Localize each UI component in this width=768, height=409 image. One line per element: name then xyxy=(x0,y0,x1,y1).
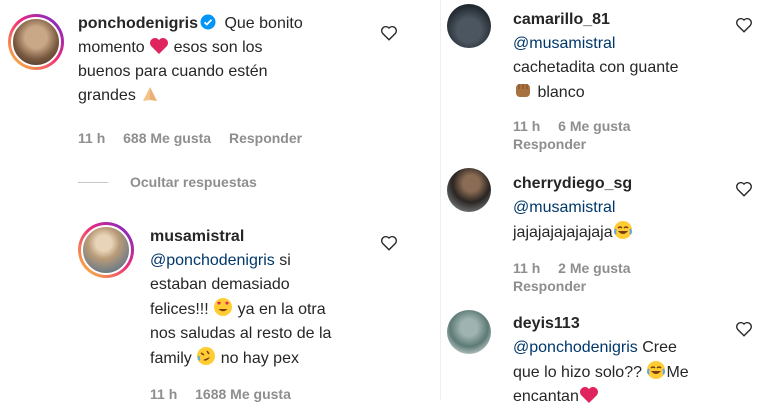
verified-badge-icon xyxy=(200,14,216,30)
avatar-musamistral[interactable] xyxy=(78,222,134,278)
heart-outline-icon[interactable] xyxy=(380,24,398,42)
avatar-cherrydiego_sg[interactable] xyxy=(447,168,491,212)
fist-emoji xyxy=(516,84,530,97)
mention-link[interactable]: @ponchodenigris xyxy=(150,252,275,269)
rofl-emoji xyxy=(197,347,216,365)
comment-musamistral: musamistral @ponchodenigris si estaban d… xyxy=(150,228,332,367)
username[interactable]: cherrydiego_sg xyxy=(513,175,632,192)
mention-link[interactable]: @musamistral xyxy=(513,35,615,52)
column-divider xyxy=(440,0,441,400)
reply-button[interactable]: Responder xyxy=(513,278,586,294)
heart-outline-icon[interactable] xyxy=(735,320,753,338)
avatar-camarillo_81[interactable] xyxy=(447,4,491,48)
avatar-ponchodenigris[interactable] xyxy=(8,14,64,70)
comment-cherrydiego_sg: cherrydiego_sg @musamistral jajajajajaja… xyxy=(513,175,633,241)
heart-outline-icon[interactable] xyxy=(735,16,753,34)
likes-link[interactable]: 6 Me gusta xyxy=(558,118,630,134)
heart-outline-icon[interactable] xyxy=(380,234,398,252)
comment-meta: 11 h 2 Me gusta xyxy=(513,260,631,276)
red-heart-emoji xyxy=(579,387,598,403)
praying-hands-emoji xyxy=(143,87,158,101)
comment-ponchodenigris: ponchodenigris Que bonito momento esos s… xyxy=(78,14,303,104)
joy-emoji xyxy=(613,221,632,239)
comment-camarillo_81: camarillo_81 @musamistral cachetadita co… xyxy=(513,11,679,101)
likes-link[interactable]: 688 Me gusta xyxy=(123,130,211,146)
heart-outline-icon[interactable] xyxy=(735,180,753,198)
joy-emoji xyxy=(647,361,666,379)
username[interactable]: camarillo_81 xyxy=(513,11,610,28)
comment-meta: 11 h 688 Me gusta Responder xyxy=(78,130,303,146)
comment-meta: 11 h 6 Me gusta xyxy=(513,118,631,134)
red-heart-emoji xyxy=(150,38,169,54)
mention-link[interactable]: @ponchodenigris xyxy=(513,339,638,356)
comment-deyis113: deyis113 @ponchodenigris Cree que lo hiz… xyxy=(513,315,689,405)
username[interactable]: deyis113 xyxy=(513,315,580,332)
mention-link[interactable]: @musamistral xyxy=(513,199,615,216)
avatar-deyis113[interactable] xyxy=(447,310,491,354)
heart-eyes-emoji xyxy=(214,298,233,316)
username[interactable]: musamistral xyxy=(150,228,244,245)
hide-replies-line xyxy=(78,182,108,183)
reply-button[interactable]: Responder xyxy=(513,136,586,152)
reply-button[interactable]: Responder xyxy=(229,130,302,146)
hide-replies-button[interactable]: Ocultar respuestas xyxy=(130,174,257,190)
username[interactable]: ponchodenigris xyxy=(78,15,198,32)
likes-link[interactable]: 2 Me gusta xyxy=(558,260,630,276)
